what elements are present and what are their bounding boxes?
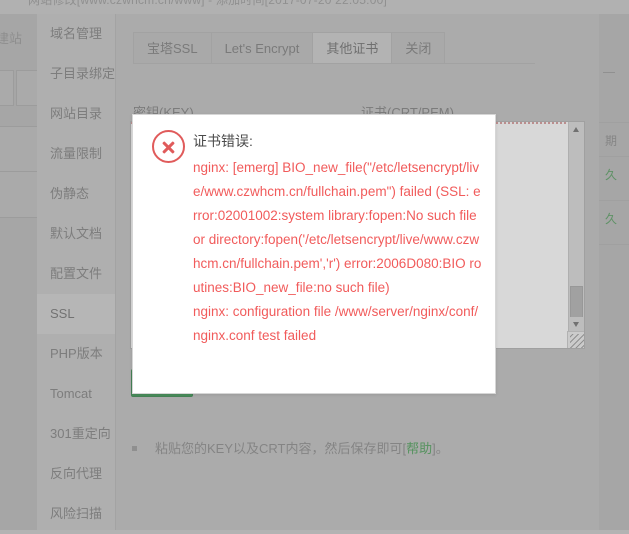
error-circle-x-icon [152, 130, 185, 163]
error-dialog-title: 证书错误: [193, 133, 253, 149]
error-dialog-message: nginx: [emerg] BIO_new_file("/etc/letsen… [193, 160, 482, 343]
certificate-error-dialog: 证书错误: nginx: [emerg] BIO_new_file("/etc/… [132, 114, 496, 394]
